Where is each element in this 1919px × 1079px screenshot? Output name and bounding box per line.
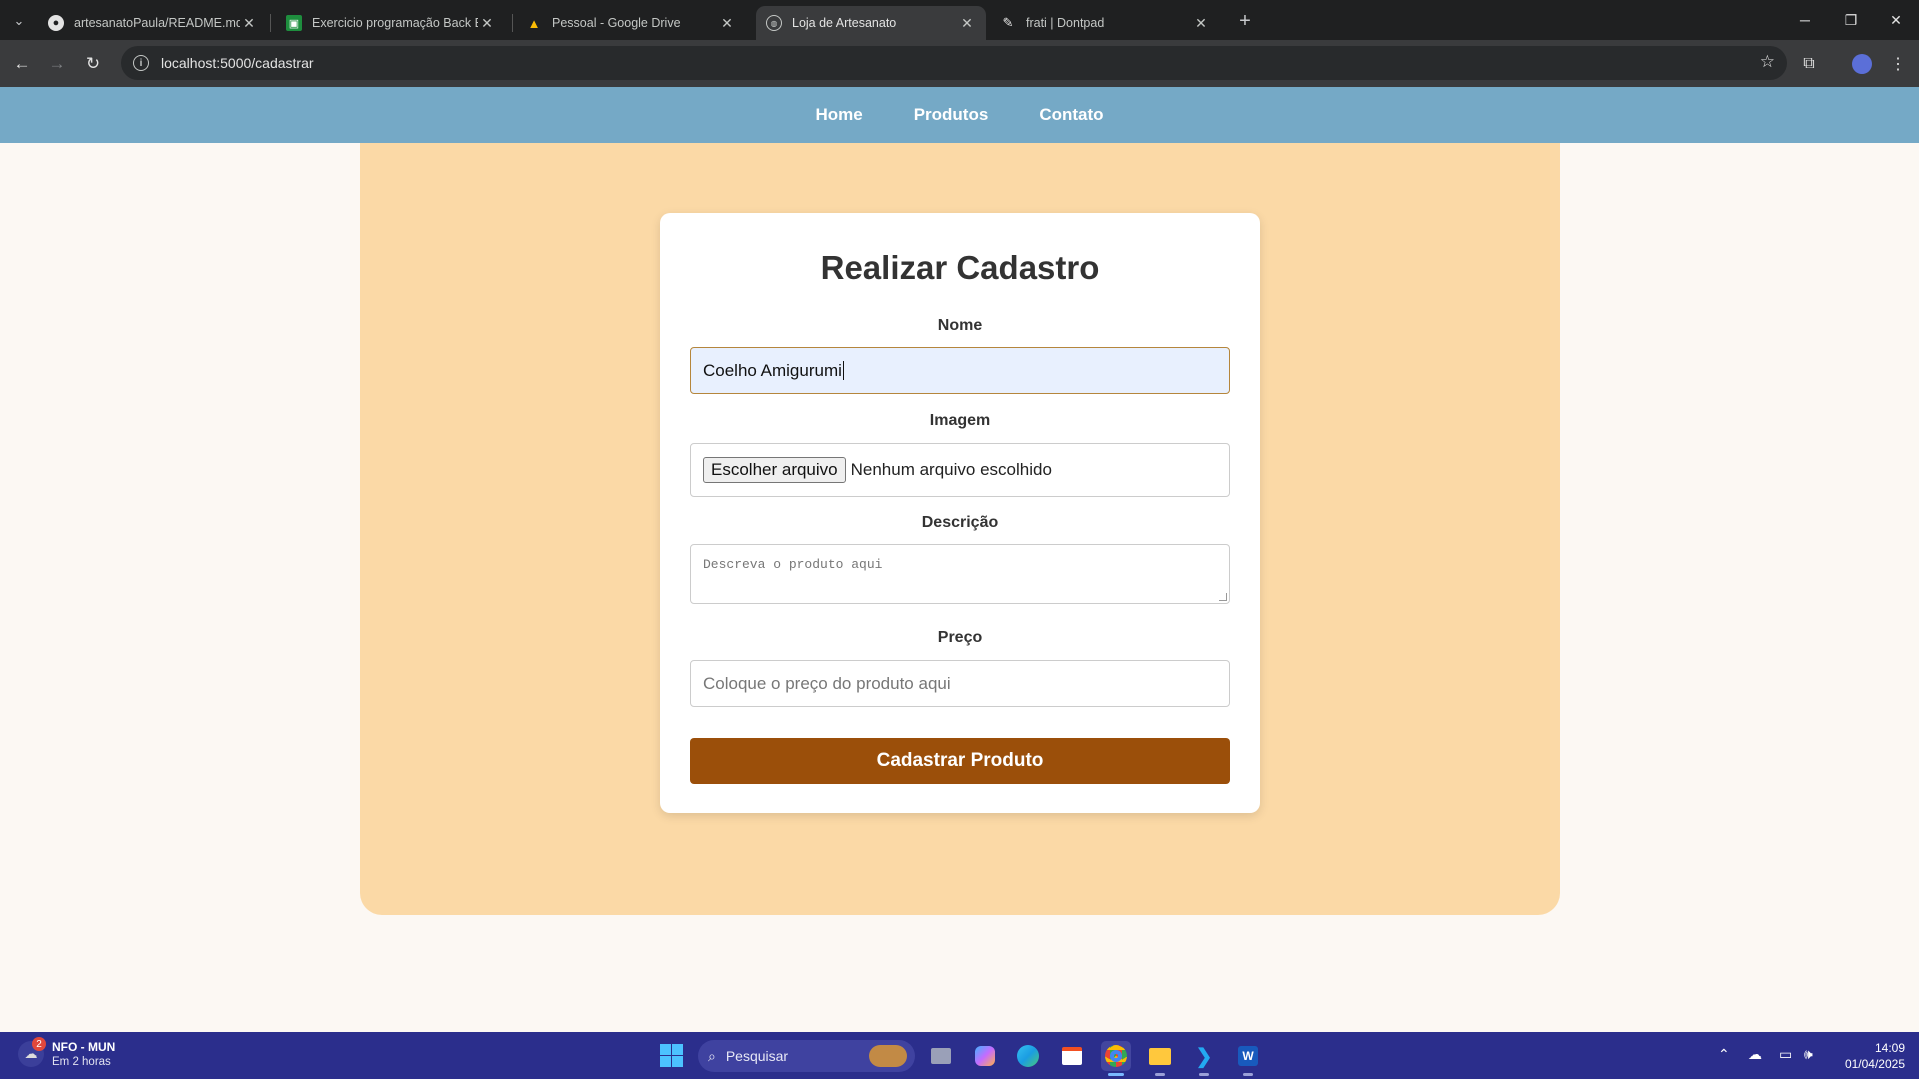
text-caret [842,361,844,380]
tab-title: Pessoal - Google Drive [552,16,681,30]
file-status-text: Nenhum arquivo escolhido [850,460,1052,479]
news-title: NFO - MUN [52,1040,116,1054]
name-label: Nome [937,317,983,334]
name-input-value: Coelho Amigurumi [703,360,842,380]
taskbar-search[interactable]: ⌕ Pesquisar [698,1040,915,1072]
tab-google-drive[interactable]: ▲ Pessoal - Google Drive ✕ [516,6,746,40]
new-tab-button[interactable]: + [1232,8,1258,34]
price-input[interactable]: Coloque o preço do produto aqui [690,660,1230,707]
tab-title: Exercicio programação Back En [312,16,478,30]
forward-icon[interactable]: → [43,50,71,78]
submit-product-button[interactable]: Cadastrar Produto [690,738,1230,784]
close-window-icon[interactable]: ✕ [1873,0,1919,40]
dontpad-icon: ✎ [1002,15,1014,30]
nav-link-produtos[interactable]: Produtos [914,105,989,125]
vscode-icon[interactable]: ❯ [1189,1041,1219,1076]
image-file-input: Escolher arquivo Nenhum arquivo escolhid… [690,443,1230,497]
close-tab-icon[interactable]: ✕ [478,15,496,32]
tab-title: artesanatoPaula/README.md at [74,16,240,30]
description-label: Descrição [921,514,999,531]
tab-loja-de-artesanato[interactable]: ◍ Loja de Artesanato ✕ [756,6,986,40]
site-info-icon[interactable]: i [133,55,149,71]
onedrive-icon[interactable]: ☁ [1748,1046,1762,1063]
description-placeholder: Descreva o produto aqui [703,557,883,572]
tab-divider [270,14,271,32]
tab-github[interactable]: ● artesanatoPaula/README.md at ✕ [38,6,268,40]
search-highlight-icon [869,1045,907,1067]
browser-menu-icon[interactable]: ⋮ [1884,50,1912,78]
tray-overflow-icon[interactable]: ⌃ [1718,1046,1730,1063]
tab-title: frati | Dontpad [1026,16,1105,30]
word-icon[interactable]: W [1233,1041,1263,1076]
reload-icon[interactable]: ↻ [79,50,107,78]
github-icon: ● [48,15,64,31]
news-widget[interactable]: ☁ 2 NFO - MUN Em 2 horas [18,1037,116,1068]
extensions-icon[interactable]: ⧉ [1795,50,1823,78]
bookmark-star-icon[interactable]: ☆ [1760,52,1775,72]
clock-date: 01/04/2025 [1844,1057,1905,1071]
chrome-icon[interactable] [1101,1041,1131,1076]
search-icon: ⌕ [708,1047,716,1064]
network-icon[interactable]: ▭ [1779,1046,1792,1063]
nav-link-home[interactable]: Home [815,105,862,125]
notification-badge: 2 [32,1037,46,1051]
minimize-icon[interactable]: ─ [1782,0,1828,40]
news-subtitle: Em 2 horas [52,1056,111,1068]
task-view-icon[interactable] [926,1041,956,1071]
clock-time: 14:09 [1874,1041,1905,1055]
tab-classroom[interactable]: ▣ Exercicio programação Back En ✕ [276,6,506,40]
profile-avatar-icon[interactable] [1848,50,1876,78]
weather-widget-icon: ☁ 2 [18,1037,46,1067]
google-drive-icon: ▲ [527,15,541,31]
address-bar[interactable]: i localhost:5000/cadastrar ☆ [121,46,1787,80]
tab-title: Loja de Artesanato [792,16,897,30]
file-explorer-icon[interactable] [1145,1041,1175,1076]
volume-icon[interactable]: 🕪 [1804,1046,1813,1063]
windows-start-icon[interactable] [660,1044,683,1067]
taskbar-search-placeholder: Pesquisar [725,1048,789,1064]
url-text: localhost:5000/cadastrar [161,55,314,71]
windows-taskbar: ☁ 2 NFO - MUN Em 2 horas ⌕ Pesquisar ❯ W… [0,1032,1919,1079]
tab-search-icon[interactable]: ⌄ [6,8,32,34]
resize-handle-icon[interactable] [1219,593,1227,601]
system-clock[interactable]: 14:09 01/04/2025 [1845,1040,1905,1072]
form-title: Realizar Cadastro [820,249,1100,286]
choose-file-button[interactable]: Escolher arquivo [703,457,846,483]
browser-toolbar: ← → ↻ i localhost:5000/cadastrar ☆ ⧉ ⋮ [0,40,1919,87]
back-icon[interactable]: ← [8,50,36,78]
close-tab-icon[interactable]: ✕ [240,15,258,32]
name-input[interactable]: Coelho Amigurumi [690,347,1230,394]
copilot-icon[interactable] [970,1041,1000,1071]
close-tab-icon[interactable]: ✕ [718,15,736,32]
close-tab-icon[interactable]: ✕ [958,15,976,32]
close-tab-icon[interactable]: ✕ [1192,15,1210,32]
nav-link-contato[interactable]: Contato [1039,105,1103,125]
tab-dontpad[interactable]: ✎ frati | Dontpad ✕ [990,6,1220,40]
price-placeholder: Coloque o preço do produto aqui [703,673,951,693]
price-label: Preço [937,629,983,646]
image-label: Imagem [929,412,991,429]
site-navbar: Home Produtos Contato [0,87,1919,143]
register-form-card: Realizar Cadastro Nome Coelho Amigurumi … [660,213,1260,813]
tab-divider [512,14,513,32]
browser-tab-strip: ⌄ ● artesanatoPaula/README.md at ✕ ▣ Exe… [0,0,1919,40]
restore-icon[interactable]: ❐ [1828,0,1874,40]
microsoft-store-icon[interactable] [1057,1041,1087,1071]
description-textarea[interactable]: Descreva o produto aqui [690,544,1230,604]
classroom-icon: ▣ [286,15,302,31]
edge-icon[interactable] [1013,1041,1043,1071]
globe-icon: ◍ [766,15,782,31]
